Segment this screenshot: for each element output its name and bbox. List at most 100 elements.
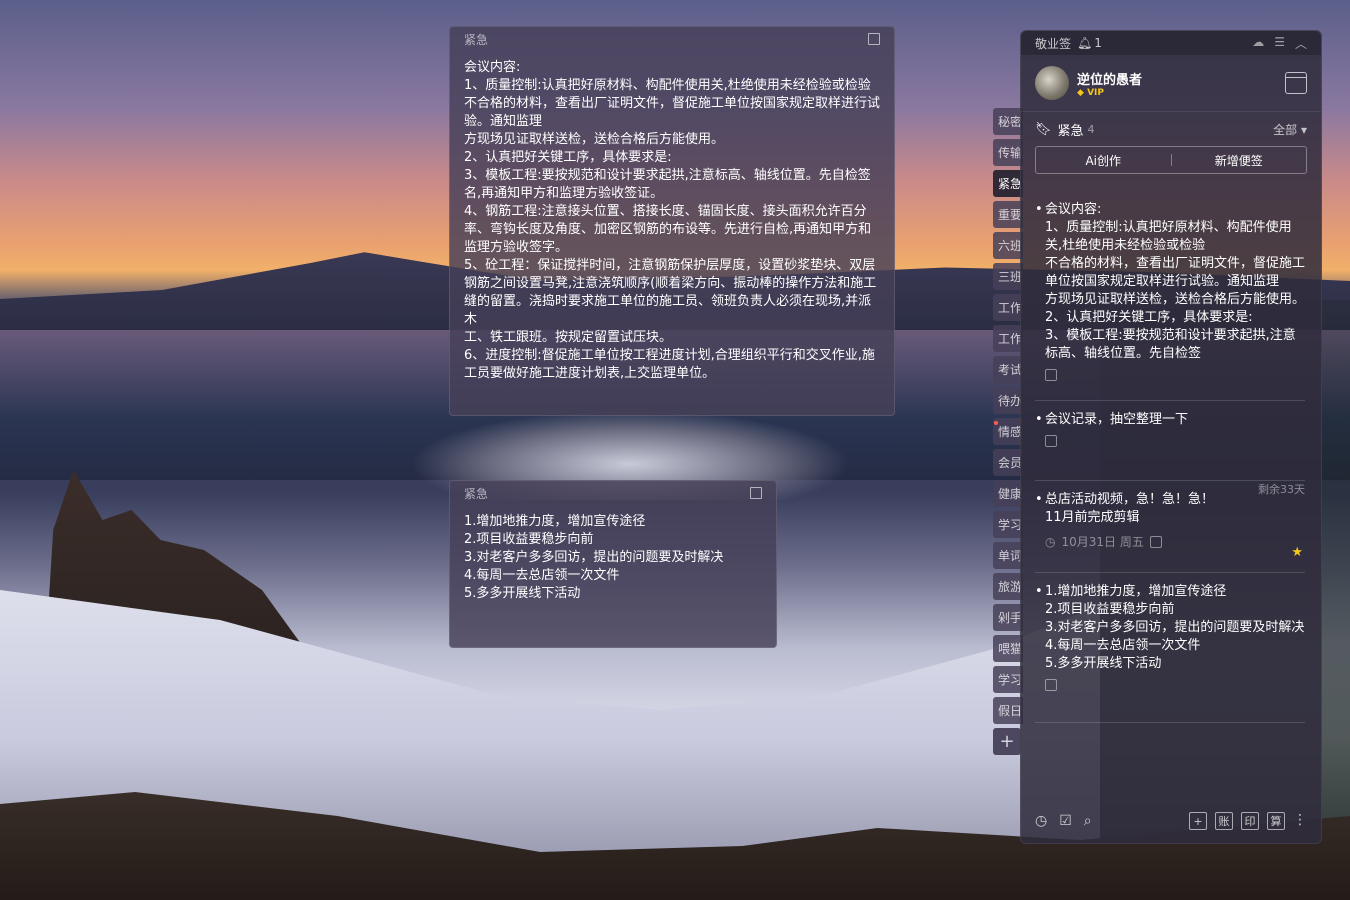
sticky-note-tasks[interactable]: 紧急 1.增加地推力度，增加宣传途径 2.项目收益要稳步向前 3.对老客户多多回… [449, 480, 777, 648]
cloud-sync-icon[interactable]: ☁︎ [1252, 35, 1264, 52]
tab-1[interactable]: 传输 [993, 139, 1023, 166]
tab-label: 待办 [998, 394, 1023, 408]
tab-label: 三班 [998, 270, 1023, 284]
tab-label: 工作 [998, 332, 1023, 346]
filter-dropdown[interactable]: 全部 ▾ [1273, 121, 1307, 138]
attachment-icon[interactable] [1045, 435, 1057, 447]
note-header[interactable]: 紧急 [450, 481, 776, 505]
clock-icon[interactable]: ◷ [1035, 813, 1047, 829]
tab-label: 会员 [998, 456, 1023, 470]
tab-label: 剁手 [998, 611, 1023, 625]
attachment-icon[interactable] [1149, 536, 1162, 548]
tab-label: 考试 [998, 363, 1023, 377]
checklist-icon[interactable]: ☑ [1059, 813, 1072, 829]
tab-6[interactable]: 工作 [993, 294, 1023, 321]
tab-2[interactable]: 紧急 [993, 170, 1023, 197]
note-content[interactable]: 1.增加地推力度，增加宣传途径 2.项目收益要稳步向前 3.对老客户多多回访，提… [450, 505, 776, 611]
menu-icon[interactable]: ☰ [1274, 35, 1285, 52]
list-item[interactable]: 1.增加地推力度，增加宣传途径 2.项目收益要稳步向前 3.对老客户多多回访，提… [1035, 573, 1305, 723]
footer-tool-1[interactable]: 账 [1215, 812, 1233, 830]
tab-12[interactable]: 健康 [993, 480, 1023, 507]
tab-label: 工作 [998, 301, 1023, 315]
category-tabs: 秘密 传输 紧急 重要 六班 三班 工作 工作 考试 待办 情感 会员 健康 学习 单词 旅游 剁手 喂猫 学习 假日… [993, 108, 1023, 759]
action-buttons: Ai创作 新增便签 [1035, 146, 1307, 174]
remaining-days: 剩余33天 [1258, 483, 1305, 496]
user-bar: 逆位的愚者 ◆ VIP [1021, 55, 1321, 112]
more-icon[interactable]: ⋮ [1293, 812, 1307, 830]
bookmark-icon: 🔖︎ [1035, 121, 1052, 137]
item-meta [1045, 435, 1305, 447]
user-name[interactable]: 逆位的愚者 [1077, 69, 1142, 88]
tab-label: 情感 [998, 425, 1023, 439]
attachment-icon[interactable] [1045, 369, 1057, 381]
tab-label: 喂猫 [998, 642, 1023, 656]
category-name: 紧急 [1057, 123, 1084, 139]
note-header[interactable]: 紧急 [450, 27, 894, 51]
tab-9[interactable]: 待办 [993, 387, 1023, 414]
avatar[interactable] [1035, 66, 1069, 100]
tab-label: 秘密 [998, 115, 1023, 129]
bell-icon[interactable]: 🔔︎ [1077, 36, 1092, 50]
search-icon[interactable]: ⌕ [1084, 813, 1092, 829]
tab-label: 学习 [998, 518, 1023, 532]
tab-13[interactable]: 学习 [993, 511, 1023, 538]
tab-14[interactable]: 单词 [993, 542, 1023, 569]
tab-17[interactable]: 喂猫 [993, 635, 1023, 662]
tab-label: 重要 [998, 208, 1023, 222]
tab-label: 紧急 [998, 177, 1023, 191]
reminder-date: 10月31日 周五 [1061, 535, 1144, 549]
list-item[interactable]: 会议内容: 1、质量控制:认真把好原材料、构配件使用关,杜绝使用未经检验或检验 … [1035, 191, 1305, 401]
attachment-icon[interactable] [1045, 679, 1057, 691]
tab-label: 旅游 [998, 580, 1023, 594]
vip-label: VIP [1087, 87, 1104, 98]
item-meta [1045, 369, 1305, 381]
tab-10[interactable]: 情感 [993, 418, 1023, 445]
tab-label: 健康 [998, 487, 1023, 501]
note-title: 紧急 [464, 32, 489, 47]
list-item[interactable]: 总店活动视频，急！急！急！ 11月前完成剪辑剩余33天◷10月31日 周五★ [1035, 481, 1305, 573]
vip-badge: ◆ VIP [1077, 88, 1142, 98]
notif-count: 1 [1094, 36, 1102, 50]
tab-4[interactable]: 六班 [993, 232, 1023, 259]
collapse-icon[interactable]: ︿ [1295, 35, 1307, 52]
diamond-icon: ◆ [1077, 87, 1084, 98]
tab-11[interactable]: 会员 [993, 449, 1023, 476]
tab-label: 假日 [998, 704, 1023, 718]
note-list: 会议内容: 1、质量控制:认真把好原材料、构配件使用关,杜绝使用未经检验或检验 … [1021, 191, 1321, 723]
footer-tool-0[interactable]: + [1189, 812, 1207, 830]
tab-3[interactable]: 重要 [993, 201, 1023, 228]
tab-19[interactable]: 假日 [993, 697, 1023, 724]
tab-5[interactable]: 三班 [993, 263, 1023, 290]
item-text: 会议记录，抽空整理一下 [1045, 412, 1189, 427]
panel-titlebar[interactable]: 敬业签 🔔︎ 1 ☁︎ ☰ ︿ [1021, 31, 1321, 55]
footer-tool-3[interactable]: 算 [1267, 812, 1285, 830]
ai-create-button[interactable]: Ai创作 [1036, 152, 1171, 169]
new-note-button[interactable]: 新增便签 [1172, 152, 1307, 169]
tab-label: 单词 [998, 549, 1023, 563]
detach-icon[interactable] [868, 33, 880, 45]
detach-icon[interactable] [750, 487, 762, 499]
unread-dot [994, 421, 998, 425]
tab-15[interactable]: 旅游 [993, 573, 1023, 600]
tab-8[interactable]: 考试 [993, 356, 1023, 383]
add-tab-button[interactable]: + [993, 728, 1021, 755]
category-header: 🔖︎ 紧急 4 全部 ▾ [1021, 112, 1321, 146]
item-text: 1.增加地推力度，增加宣传途径 2.项目收益要稳步向前 3.对老客户多多回访，提… [1045, 584, 1305, 671]
note-title: 紧急 [464, 486, 489, 501]
calendar-icon[interactable] [1285, 72, 1307, 94]
tab-16[interactable]: 剁手 [993, 604, 1023, 631]
tab-0[interactable]: 秘密 [993, 108, 1023, 135]
clock-icon: ◷ [1045, 535, 1056, 549]
sticky-note-meeting[interactable]: 紧急 会议内容: 1、质量控制:认真把好原材料、构配件使用关,杜绝使用未经检验或… [449, 26, 895, 416]
list-item[interactable]: 会议记录，抽空整理一下 [1035, 401, 1305, 481]
item-meta: ◷ 10月31日 周五 [1045, 533, 1305, 551]
tab-7[interactable]: 工作 [993, 325, 1023, 352]
app-panel: 敬业签 🔔︎ 1 ☁︎ ☰ ︿ 逆位的愚者 ◆ VIP 🔖︎ 紧急 4 全部 ▾… [1020, 30, 1322, 844]
star-icon[interactable]: ★ [1291, 544, 1303, 562]
footer-tool-2[interactable]: 印 [1241, 812, 1259, 830]
tab-label: 六班 [998, 239, 1023, 253]
tab-label: 传输 [998, 146, 1023, 160]
tab-18[interactable]: 学习 [993, 666, 1023, 693]
category-count: 4 [1087, 122, 1095, 136]
note-content[interactable]: 会议内容: 1、质量控制:认真把好原材料、构配件使用关,杜绝使用未经检验或检验不… [450, 51, 894, 391]
